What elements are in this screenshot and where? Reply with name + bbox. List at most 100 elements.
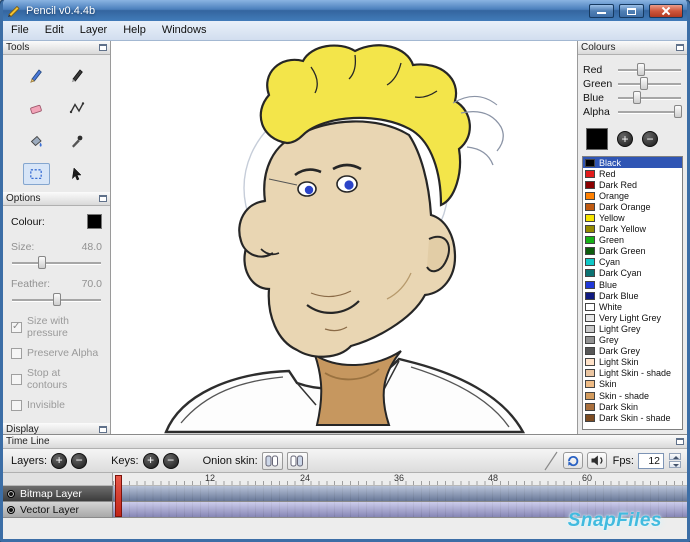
float-panel-icon[interactable] [99,426,107,433]
fps-up-button[interactable] [669,453,681,460]
timeline-title: Time Line [6,436,50,447]
menu-item[interactable]: File [3,21,37,40]
feather-slider[interactable] [11,293,102,306]
fps-value[interactable]: 12 [638,452,664,469]
palette-swatch [585,291,595,300]
palette-item[interactable]: Dark Yellow [583,224,682,235]
drawing-canvas[interactable] [111,41,577,434]
float-panel-icon[interactable] [676,438,684,445]
close-button[interactable] [649,3,683,18]
paint-bucket-icon [31,135,42,147]
tool-eyedropper-button[interactable] [63,130,90,152]
maximize-button[interactable] [619,3,644,18]
playhead[interactable] [115,475,122,517]
current-colour-swatch[interactable] [87,214,102,229]
option-checkbox[interactable]: Size with pressure [11,315,102,339]
palette-item[interactable]: Grey [583,335,682,346]
float-panel-icon[interactable] [99,195,107,202]
pencil-icon [30,69,43,83]
palette-item[interactable]: Dark Skin [583,401,682,412]
add-colour-button[interactable]: + [617,131,633,147]
colour-slider-handle[interactable] [640,77,649,90]
palette-item[interactable]: Light Skin - shade [583,368,682,379]
colour-slider[interactable] [617,105,683,118]
palette-item[interactable]: Cyan [583,257,682,268]
palette-item[interactable]: Skin - shade [583,390,682,401]
palette-item[interactable]: Dark Blue [583,290,682,301]
colour-slider-handle[interactable] [632,91,641,104]
remove-layer-button[interactable]: − [71,452,88,469]
arrow-cursor-icon [71,167,82,181]
float-panel-icon[interactable] [99,44,107,51]
colour-slider[interactable] [617,63,682,76]
size-slider-handle[interactable] [38,256,47,269]
colour-slider[interactable] [617,91,682,104]
palette-item[interactable]: Dark Cyan [583,268,682,279]
palette-item[interactable]: Black [583,157,682,169]
option-checkbox[interactable]: Invisible [11,399,102,411]
option-checkbox[interactable]: Stop at contours [11,367,102,391]
timeline-header[interactable]: Time Line [3,435,687,449]
palette-item[interactable]: Dark Skin - shade [583,412,682,423]
tool-eraser-button[interactable] [23,97,50,119]
tool-pen-button[interactable] [63,64,90,86]
menu-item[interactable]: Edit [37,21,72,40]
colour-slider-handle[interactable] [674,105,683,118]
layer-visibility-dot[interactable] [7,505,15,514]
feather-slider-handle[interactable] [52,293,61,306]
onion-next-button[interactable] [286,451,308,470]
palette-item[interactable]: Light Grey [583,323,682,334]
palette-item[interactable]: Light Skin [583,357,682,368]
menu-item[interactable]: Windows [154,21,215,40]
timeline-layer-row[interactable]: Bitmap Layer [3,486,687,502]
float-panel-icon[interactable] [676,44,684,51]
add-key-button[interactable]: + [142,452,159,469]
palette-item[interactable]: Dark Red [583,179,682,190]
palette-name: Cyan [599,257,621,268]
colour-slider-handle[interactable] [636,63,645,76]
checkbox-icon [11,347,22,359]
title-bar[interactable]: Pencil v0.4.4b [3,0,687,21]
layer-visibility-dot[interactable] [7,489,15,498]
sound-button[interactable] [586,452,607,469]
tools-panel-header[interactable]: Tools [3,41,110,55]
palette-item[interactable]: White [583,301,682,312]
colour-slider[interactable] [617,77,682,90]
fps-down-button[interactable] [669,461,681,468]
onion-prev-button[interactable] [261,451,283,470]
size-slider[interactable] [11,256,102,269]
palette-item[interactable]: Green [583,235,682,246]
tool-select-button[interactable] [22,163,50,185]
menu-item[interactable]: Layer [72,21,116,40]
palette-item[interactable]: Red [583,168,682,179]
remove-key-button[interactable]: − [162,452,179,469]
colours-panel-header[interactable]: Colours [578,41,687,55]
palette-item[interactable]: Dark Orange [583,201,682,212]
tool-pencil-button[interactable] [23,64,50,86]
layer-track-bar [113,486,687,501]
palette-item[interactable]: Yellow [583,212,682,223]
layer-track[interactable] [113,486,687,502]
palette-item[interactable]: Blue [583,279,682,290]
loop-button[interactable] [562,452,583,469]
palette-item[interactable]: Skin [583,379,682,390]
palette-item[interactable]: Orange [583,190,682,201]
tool-bucket-button[interactable] [23,130,50,152]
palette-name: Orange [599,190,630,201]
palette-item[interactable]: Dark Green [583,246,682,257]
remove-colour-button[interactable]: − [642,131,658,147]
palette-item[interactable]: Dark Grey [583,346,682,357]
tool-polyline-button[interactable] [63,97,90,119]
options-panel-header[interactable]: Options [3,192,110,206]
select-rect-icon [30,169,43,180]
size-value: 48.0 [81,241,102,253]
minimize-button[interactable] [589,3,614,18]
main-area: Tools Options Colour: Size: 48.0 Feather… [3,41,687,463]
add-layer-button[interactable]: + [51,452,68,469]
palette-swatch [585,180,595,189]
frame-ruler[interactable]: 12 24 36 48 60 [113,473,687,486]
option-checkbox[interactable]: Preserve Alpha [11,347,102,359]
palette-item[interactable]: Very Light Grey [583,312,682,323]
tool-move-button[interactable] [63,163,90,185]
menu-item[interactable]: Help [115,21,154,40]
